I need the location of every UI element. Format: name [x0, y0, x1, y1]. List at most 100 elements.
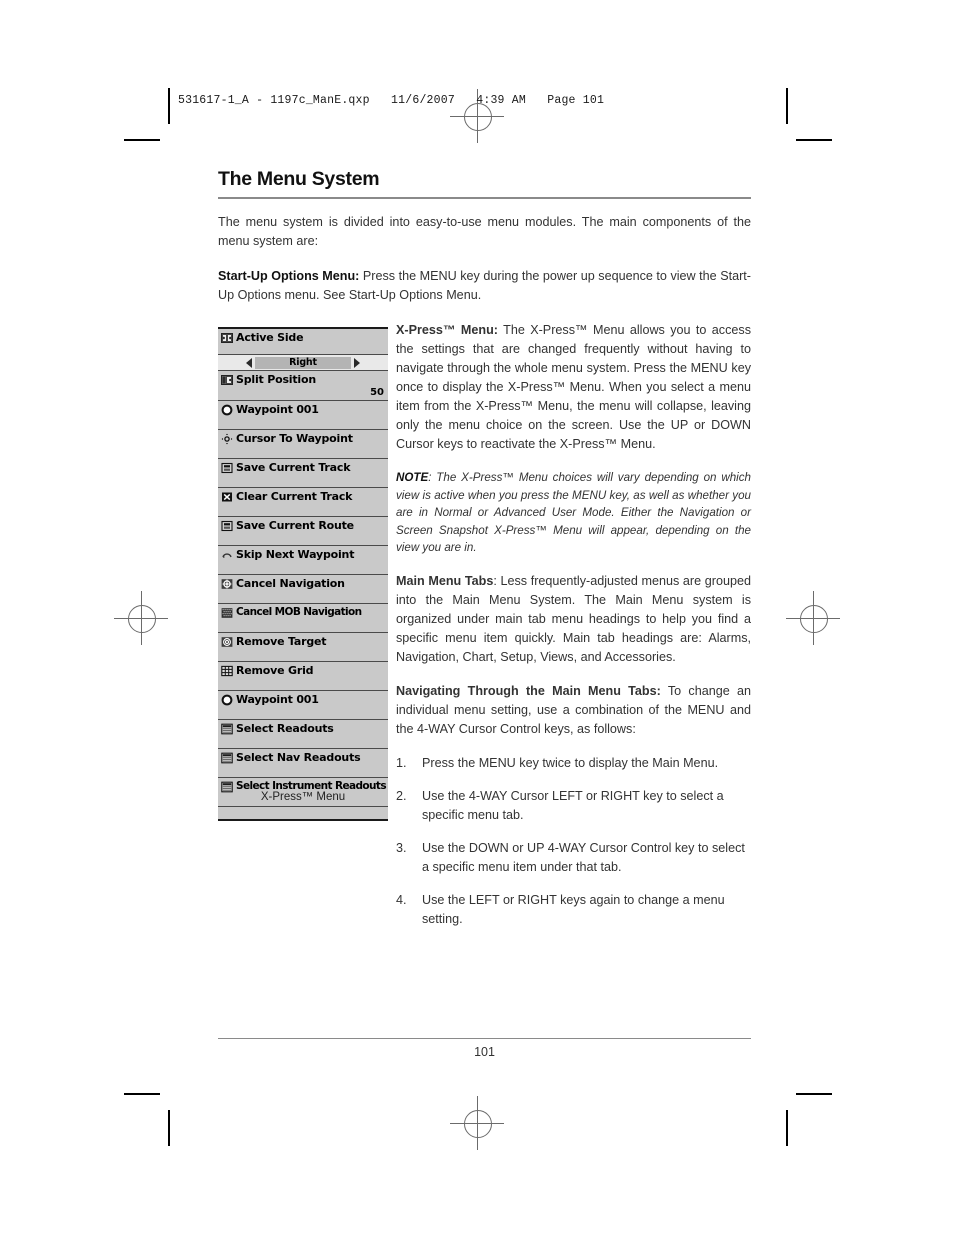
- note-lead: NOTE: [396, 471, 429, 484]
- menu-row[interactable]: Cursor To Waypoint: [218, 430, 388, 459]
- menu-item-label: Save Current Route: [236, 519, 354, 532]
- menu-item-clear-current-track: Clear Current Track: [221, 490, 386, 503]
- steps-list: 1. Press the MENU key twice to display t…: [396, 754, 751, 929]
- menu-item-label: Select Readouts: [236, 722, 334, 735]
- crop-mark-bottom-right-h: [796, 1093, 832, 1095]
- intro-paragraph: The menu system is divided into easy-to-…: [218, 215, 751, 248]
- menu-row[interactable]: Waypoint 001: [218, 691, 388, 720]
- readouts-icon: [221, 752, 233, 764]
- step-text: Press the MENU key twice to display the …: [422, 755, 719, 770]
- waypoint-circle-icon: [221, 694, 233, 706]
- registration-line: [141, 591, 142, 645]
- main-menu-tabs-paragraph: Main Menu Tabs: Less frequently-adjusted…: [396, 572, 751, 667]
- menu-item-active-side: Active Side: [221, 331, 386, 344]
- active-side-slider[interactable]: Right: [218, 355, 388, 371]
- navigating-lead: Navigating Through the Main Menu Tabs:: [396, 683, 661, 698]
- menu-item-label: Remove Target: [236, 635, 327, 648]
- step-number: 4.: [396, 892, 407, 907]
- registration-mark-bottom: [464, 1110, 492, 1138]
- registration-line: [477, 1096, 478, 1150]
- registration-mark-left: [128, 605, 156, 633]
- figure-caption: X-Press™ Menu: [260, 791, 346, 803]
- note-paragraph: NOTE: The X-Press™ Menu choices will var…: [396, 469, 751, 557]
- menu-item-label: Waypoint 001: [236, 693, 319, 706]
- menu-row[interactable]: Save Current Track: [218, 459, 388, 488]
- quark-slug-line: 531617-1_A - 1197c_ManE.qxp 11/6/2007 4:…: [178, 94, 605, 107]
- menu-row[interactable]: Split Position 50: [218, 371, 388, 401]
- registration-line: [813, 591, 814, 645]
- target-icon: [221, 636, 233, 648]
- waypoint-circle-icon: [221, 404, 233, 416]
- xpress-menu-lead: X-Press™ Menu:: [396, 323, 498, 337]
- crop-mark-bottom-left-h: [124, 1093, 160, 1095]
- menu-item-save-current-track: Save Current Track: [221, 461, 386, 474]
- menu-item-select-readouts: Select Readouts: [221, 722, 386, 735]
- menu-item-save-current-route: Save Current Route: [221, 519, 386, 532]
- step-number: 1.: [396, 755, 407, 770]
- menu-row[interactable]: Cancel MOB Navigation: [218, 604, 388, 633]
- list-item: 2. Use the 4-WAY Cursor LEFT or RIGHT ke…: [396, 787, 751, 825]
- menu-item-label: Cancel MOB Navigation: [236, 606, 362, 618]
- startup-options-lead: Start-Up Options Menu:: [218, 269, 360, 283]
- navigating-paragraph: Navigating Through the Main Menu Tabs: T…: [396, 682, 751, 739]
- step-text: Use the 4-WAY Cursor LEFT or RIGHT key t…: [422, 788, 724, 822]
- menu-item-label: Skip Next Waypoint: [236, 548, 355, 561]
- cursor-crosshair-icon: [221, 433, 233, 445]
- menu-item-remove-target: Remove Target: [221, 635, 386, 648]
- cancel-navigation-icon: [221, 578, 233, 590]
- menu-item-skip-next-waypoint: Skip Next Waypoint: [221, 548, 386, 561]
- page-content: The Menu System The menu system is divid…: [218, 168, 751, 926]
- save-disk-icon: [221, 520, 233, 532]
- menu-item-label: Active Side: [236, 331, 304, 344]
- list-item: 1. Press the MENU key twice to display t…: [396, 754, 751, 773]
- crop-mark-bottom-right-v: [786, 1110, 788, 1146]
- menu-item-label: Clear Current Track: [236, 490, 353, 503]
- menu-row[interactable]: Save Current Route: [218, 517, 388, 546]
- menu-item-split-position: Split Position: [221, 373, 386, 386]
- menu-item-label: Save Current Track: [236, 461, 351, 474]
- split-position-icon: [221, 374, 233, 386]
- right-triangle-icon[interactable]: [354, 357, 360, 368]
- menu-item-label: Cancel Navigation: [236, 577, 345, 590]
- slug-rule-right: [786, 88, 787, 124]
- menu-row[interactable]: Remove Target: [218, 633, 388, 662]
- xpress-menu-paragraph: X-Press™ Menu: The X-Press™ Menu allows …: [396, 321, 751, 454]
- right-column: X-Press™ Menu: The X-Press™ Menu allows …: [396, 321, 751, 943]
- grid-icon: [221, 665, 233, 677]
- menu-item-select-nav-readouts: Select Nav Readouts: [221, 751, 386, 764]
- menu-item-cursor-to-waypoint: Cursor To Waypoint: [221, 432, 386, 445]
- menu-row[interactable]: Waypoint 001: [218, 401, 388, 430]
- menu-item-cancel-mob-navigation: Cancel MOB Navigation: [221, 606, 386, 619]
- crop-mark-top-left-h: [124, 139, 160, 141]
- list-item: 3. Use the DOWN or UP 4-WAY Cursor Contr…: [396, 839, 751, 877]
- registration-mark-right: [800, 605, 828, 633]
- mob-grid-icon: [221, 607, 233, 619]
- menu-item-label: Split Position: [236, 373, 316, 386]
- menu-row[interactable]: Clear Current Track: [218, 488, 388, 517]
- save-disk-icon: [221, 462, 233, 474]
- crop-mark-bottom-left-v: [168, 1110, 170, 1146]
- crop-mark-top-right-h: [796, 139, 832, 141]
- main-menu-tabs-lead: Main Menu Tabs: [396, 573, 494, 588]
- menu-item-waypoint-001: Waypoint 001: [221, 403, 386, 416]
- list-item: 4. Use the LEFT or RIGHT keys again to c…: [396, 891, 751, 929]
- menu-row[interactable]: Skip Next Waypoint: [218, 546, 388, 575]
- clear-x-icon: [221, 491, 233, 503]
- menu-item-remove-grid: Remove Grid: [221, 664, 386, 677]
- menu-row[interactable]: Select Readouts: [218, 720, 388, 749]
- registration-mark-top: [464, 103, 492, 131]
- footer-divider: [218, 1038, 751, 1039]
- note-body: : The X-Press™ Menu choices will vary de…: [396, 471, 751, 554]
- readouts-icon: [221, 723, 233, 735]
- menu-row[interactable]: Select Nav Readouts: [218, 749, 388, 778]
- menu-row[interactable]: Cancel Navigation: [218, 575, 388, 604]
- menu-row[interactable]: Remove Grid: [218, 662, 388, 691]
- page-title: The Menu System: [218, 168, 380, 190]
- slug-rule-left: [168, 88, 169, 124]
- step-number: 3.: [396, 840, 407, 855]
- menu-item-label: Remove Grid: [236, 664, 314, 677]
- menu-row[interactable]: Active Side: [218, 329, 388, 355]
- slider-value: Right: [255, 356, 351, 369]
- left-triangle-icon[interactable]: [246, 357, 252, 368]
- step-text: Use the LEFT or RIGHT keys again to chan…: [422, 892, 725, 926]
